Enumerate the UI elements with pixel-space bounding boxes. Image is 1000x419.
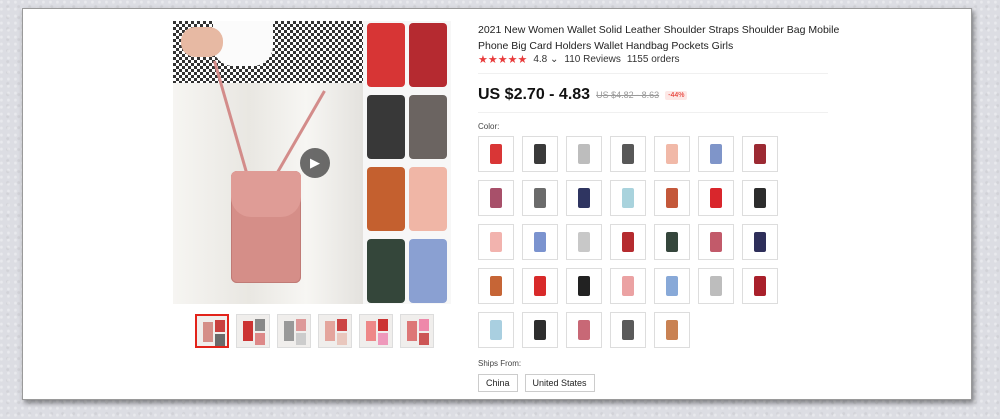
rating-row: ★★★★★ 4.8 ⌄ 110 Reviews 1155 orders xyxy=(478,53,680,66)
color-swatch[interactable] xyxy=(478,180,514,216)
color-swatch[interactable] xyxy=(522,180,558,216)
color-swatch[interactable] xyxy=(566,180,602,216)
swatch-bag-image xyxy=(534,276,546,296)
swatch-bag-image xyxy=(666,144,678,164)
swatch-bag-image xyxy=(666,232,678,252)
color-swatch[interactable] xyxy=(654,224,690,260)
color-swatch[interactable] xyxy=(566,224,602,260)
color-swatch[interactable] xyxy=(742,180,778,216)
color-swatch[interactable] xyxy=(522,136,558,172)
reviews-link[interactable]: 110 Reviews xyxy=(564,54,621,65)
ships-from-options: China United States xyxy=(478,374,595,392)
discount-badge: -44% xyxy=(665,90,688,100)
swatch-bag-image xyxy=(534,232,546,252)
swatch-bag-image xyxy=(622,232,634,252)
divider xyxy=(478,73,828,74)
ships-from-option[interactable]: United States xyxy=(524,374,595,392)
color-swatch[interactable] xyxy=(742,268,778,304)
color-swatch[interactable] xyxy=(522,268,558,304)
color-swatch[interactable] xyxy=(742,136,778,172)
swatch-bag-image xyxy=(666,188,678,208)
swatch-bag-image xyxy=(666,320,678,340)
swatch-bag-image xyxy=(666,276,678,296)
swatch-bag-image xyxy=(710,144,722,164)
color-swatch[interactable] xyxy=(478,268,514,304)
ships-from-label: Ships From: xyxy=(478,359,522,368)
color-swatch[interactable] xyxy=(478,312,514,348)
swatch-bag-image xyxy=(578,232,590,252)
swatch-bag-image xyxy=(490,320,502,340)
swatch-bag-image xyxy=(710,232,722,252)
main-product-image[interactable]: ▶ xyxy=(173,21,451,304)
swatch-bag-image xyxy=(490,144,502,164)
swatch-bag-image xyxy=(578,320,590,340)
product-card: ▶ 2021 New Women Wallet Solid Leather Sh… xyxy=(22,8,972,400)
swatch-bag-image xyxy=(710,188,722,208)
color-swatch[interactable] xyxy=(698,136,734,172)
ships-from-option[interactable]: China xyxy=(478,374,518,392)
color-swatch[interactable] xyxy=(610,268,646,304)
color-swatch[interactable] xyxy=(522,224,558,260)
color-swatch[interactable] xyxy=(610,180,646,216)
swatch-bag-image xyxy=(622,144,634,164)
swatch-bag-image xyxy=(534,144,546,164)
thumbnail-1[interactable] xyxy=(195,314,229,348)
swatch-bag-image xyxy=(578,276,590,296)
color-swatch-grid xyxy=(478,136,778,348)
color-swatch[interactable] xyxy=(478,136,514,172)
star-rating-icon: ★★★★★ xyxy=(478,54,528,66)
thumbnail-3[interactable] xyxy=(277,314,311,348)
swatch-bag-image xyxy=(754,232,766,252)
play-icon[interactable]: ▶ xyxy=(300,148,330,178)
swatch-bag-image xyxy=(578,144,590,164)
color-swatch[interactable] xyxy=(698,268,734,304)
color-swatch[interactable] xyxy=(610,136,646,172)
product-title: 2021 New Women Wallet Solid Leather Shou… xyxy=(478,24,840,52)
swatch-bag-image xyxy=(710,276,722,296)
model-photo xyxy=(173,21,363,304)
current-price: US $2.70 - 4.83 xyxy=(478,86,591,103)
swatch-bag-image xyxy=(534,320,546,340)
color-swatch[interactable] xyxy=(654,268,690,304)
color-swatch[interactable] xyxy=(698,224,734,260)
color-swatch[interactable] xyxy=(610,224,646,260)
color-swatch[interactable] xyxy=(654,136,690,172)
color-swatch[interactable] xyxy=(522,312,558,348)
swatch-bag-image xyxy=(622,188,634,208)
color-swatch[interactable] xyxy=(698,180,734,216)
color-swatch[interactable] xyxy=(566,136,602,172)
price-row: US $2.70 - 4.83 US $4.82 - 8.63 -44% xyxy=(478,86,688,104)
swatch-bag-image xyxy=(754,276,766,296)
color-swatch[interactable] xyxy=(566,268,602,304)
color-swatch[interactable] xyxy=(654,312,690,348)
original-price: US $4.82 - 8.63 xyxy=(596,90,660,100)
swatch-bag-image xyxy=(622,276,634,296)
color-label: Color: xyxy=(478,122,500,131)
color-swatch[interactable] xyxy=(478,224,514,260)
orders-count: 1155 orders xyxy=(626,54,680,65)
color-swatch[interactable] xyxy=(610,312,646,348)
swatch-bag-image xyxy=(490,188,502,208)
color-variants-photo xyxy=(363,21,451,304)
rating-value[interactable]: 4.8 ⌄ xyxy=(533,54,558,65)
divider xyxy=(478,112,828,113)
swatch-bag-image xyxy=(622,320,634,340)
thumbnail-5[interactable] xyxy=(359,314,393,348)
swatch-bag-image xyxy=(490,276,502,296)
thumbnail-strip xyxy=(195,314,434,348)
thumbnail-2[interactable] xyxy=(236,314,270,348)
color-swatch[interactable] xyxy=(566,312,602,348)
thumbnail-6[interactable] xyxy=(400,314,434,348)
swatch-bag-image xyxy=(754,144,766,164)
thumbnail-4[interactable] xyxy=(318,314,352,348)
color-swatch[interactable] xyxy=(742,224,778,260)
swatch-bag-image xyxy=(578,188,590,208)
swatch-bag-image xyxy=(534,188,546,208)
swatch-bag-image xyxy=(754,188,766,208)
color-swatch[interactable] xyxy=(654,180,690,216)
swatch-bag-image xyxy=(490,232,502,252)
